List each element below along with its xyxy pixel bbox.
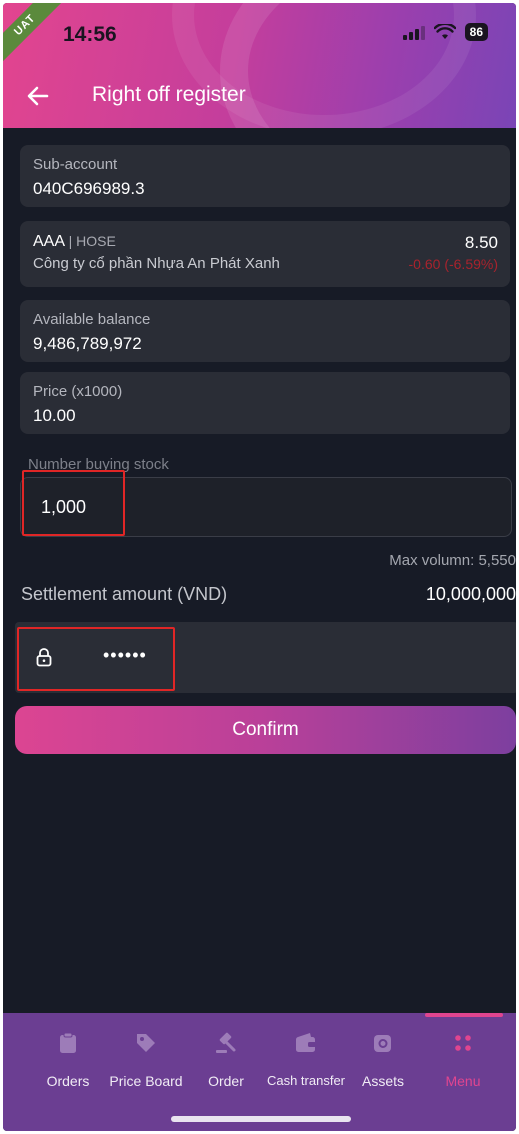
nav-label: Menu <box>445 1073 481 1089</box>
app-header: UAT 14:56 86 Right off register <box>3 3 516 128</box>
nav-item-price-board[interactable]: Price Board <box>106 1013 186 1098</box>
confirm-button[interactable]: Confirm <box>15 706 516 754</box>
wifi-icon <box>433 24 456 39</box>
nav-item-order[interactable]: Order <box>201 1013 251 1098</box>
nav-item-menu[interactable]: Menu <box>438 1013 488 1098</box>
balance-value: 9,486,789,972 <box>33 334 142 353</box>
sub-account-selector[interactable]: Sub-account 040C696989.3 <box>20 145 510 207</box>
stock-exchange: | HOSE <box>68 233 116 249</box>
price-label: Price (x1000) <box>33 383 123 400</box>
wallet-icon <box>296 1033 316 1052</box>
stock-info-card: AAA | HOSE Công ty cổ phần Nhựa An Phát … <box>20 221 510 287</box>
stock-symbol-row: AAA | HOSE <box>33 233 116 251</box>
grid-icon <box>455 1035 471 1051</box>
stock-symbol: AAA <box>33 233 65 250</box>
balance-label: Available balance <box>33 311 151 328</box>
available-balance-card: Available balance 9,486,789,972 <box>20 300 510 362</box>
sub-account-value: 040C696989.3 <box>33 179 145 198</box>
nav-item-orders[interactable]: Orders <box>43 1013 93 1098</box>
highlight-box <box>22 470 125 536</box>
page-title: Right off register <box>92 83 246 106</box>
nav-item-cash-transfer[interactable]: Cash transfer <box>264 1013 348 1098</box>
cellular-signal-icon <box>402 25 425 40</box>
phone-screen: UAT 14:56 86 Right off register Sub-acco… <box>3 3 516 1131</box>
battery-indicator: 86 <box>464 23 488 41</box>
status-icons: 86 <box>402 23 488 41</box>
settlement-label: Settlement amount (VND) <box>21 584 228 604</box>
nav-label: Price Board <box>109 1073 183 1089</box>
nav-label: Cash transfer <box>266 1073 346 1088</box>
max-volume: Max volumn: 5,550 <box>389 552 516 569</box>
nav-item-assets[interactable]: Assets <box>358 1013 408 1098</box>
price-value: 10.00 <box>33 406 76 425</box>
stock-price: 8.50 <box>464 233 498 252</box>
coins-icon <box>374 1035 391 1052</box>
uat-badge: UAT <box>3 3 67 67</box>
status-time: 14:56 <box>63 23 117 46</box>
clipboard-icon <box>60 1032 76 1053</box>
back-arrow-icon[interactable] <box>25 83 51 109</box>
price-card: Price (x1000) 10.00 <box>20 372 510 434</box>
bottom-navigation: Orders Price Board Order Cash transfer A… <box>3 1013 516 1131</box>
stock-change: -0.60 (-6.59%) <box>408 256 498 272</box>
sub-account-label: Sub-account <box>33 156 118 173</box>
home-indicator <box>171 1116 351 1122</box>
tag-icon <box>137 1034 155 1052</box>
nav-label: Orders <box>46 1073 90 1089</box>
highlight-box <box>17 627 175 691</box>
settlement-value: 10,000,000 <box>425 584 516 604</box>
stock-company-name: Công ty cổ phần Nhựa An Phát Xanh <box>33 255 280 272</box>
nav-label: Order <box>208 1073 244 1089</box>
nav-label: Assets <box>361 1073 404 1089</box>
gavel-icon <box>216 1032 236 1053</box>
